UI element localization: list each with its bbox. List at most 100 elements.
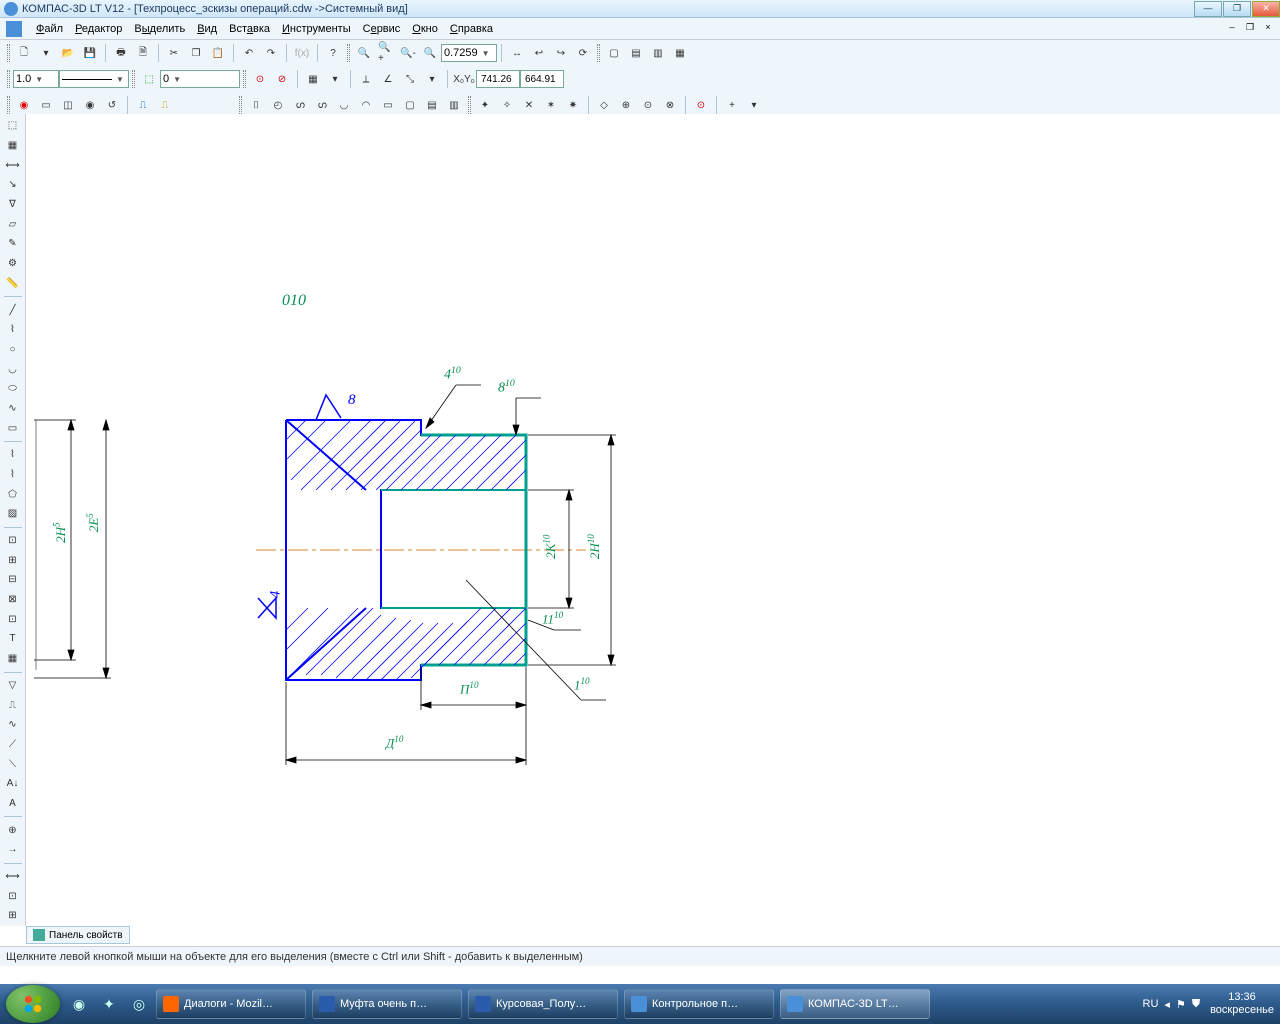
arc-button[interactable]: ◡ [4, 360, 22, 378]
b2[interactable]: ◴ [269, 96, 287, 114]
op-stop-button[interactable]: ◉ [15, 96, 33, 114]
lineweight-combo[interactable]: 1.0▼ [13, 70, 59, 88]
task-3[interactable]: Курсовая_Полу… [468, 989, 618, 1019]
plus-button[interactable]: + [723, 96, 741, 114]
magnet2-button[interactable]: ⊘ [273, 70, 291, 88]
spline-button[interactable]: ∿ [4, 400, 22, 418]
ellipse-button[interactable]: ⬭ [4, 380, 22, 398]
coord-y-field[interactable]: 664.91 [520, 70, 564, 88]
aux2-button[interactable]: ⌇ [4, 466, 22, 484]
drawing-canvas[interactable]: 010 8 4 410 810 2H5 2E5 2K10 2H10 1110 1… [26, 114, 1280, 926]
pan-button[interactable]: ↔ [508, 44, 526, 62]
meas-button[interactable]: 📏 [4, 275, 22, 293]
s4[interactable]: ✶ [542, 96, 560, 114]
grip-icon[interactable] [597, 44, 600, 62]
close-button[interactable]: ✕ [1252, 1, 1280, 17]
u3-button[interactable]: ∿ [4, 716, 22, 734]
w1-button[interactable]: ⟷ [4, 868, 22, 886]
s3[interactable]: ✕ [520, 96, 538, 114]
view2-button[interactable]: ▤ [627, 44, 645, 62]
table-button[interactable]: ▦ [4, 650, 22, 668]
param-button[interactable]: ⚙ [4, 255, 22, 273]
layer-combo[interactable]: 0▼ [160, 70, 240, 88]
zoom-next-button[interactable]: ↪ [552, 44, 570, 62]
grip-icon[interactable] [7, 44, 10, 62]
grid2-button[interactable]: ▦ [4, 137, 22, 155]
grip-icon[interactable] [243, 70, 246, 88]
zoom-in-button[interactable]: 🔍+ [377, 44, 395, 62]
snap1-button[interactable]: ◇ [595, 96, 613, 114]
view3-button[interactable]: ▥ [649, 44, 667, 62]
open-button[interactable]: 📂 [59, 44, 77, 62]
w3-button[interactable]: ⊞ [4, 907, 22, 925]
grip-icon[interactable] [7, 96, 10, 114]
pin-1[interactable]: ◉ [68, 993, 90, 1015]
grip-icon[interactable] [347, 44, 350, 62]
layer-icon[interactable]: ⬚ [140, 70, 158, 88]
minimize-button[interactable]: — [1194, 1, 1222, 17]
tray-shield-icon[interactable]: ⛊ [1192, 998, 1200, 1011]
t1-button[interactable]: ⊡ [4, 532, 22, 550]
s5[interactable]: ✷ [564, 96, 582, 114]
t2-button[interactable]: ⊞ [4, 551, 22, 569]
fx-button[interactable]: f(x) [293, 44, 311, 62]
grip-icon[interactable] [7, 70, 10, 88]
help-cursor-button[interactable]: ? [324, 44, 342, 62]
pline-button[interactable]: ⌇ [4, 321, 22, 339]
magnet1-button[interactable]: ⊙ [251, 70, 269, 88]
view1-button[interactable]: ▢ [605, 44, 623, 62]
redraw-button[interactable]: ⟳ [574, 44, 592, 62]
b3[interactable]: ഗ [291, 96, 309, 114]
u2-button[interactable]: ⎍ [4, 696, 22, 714]
cut-button[interactable]: ✂ [165, 44, 183, 62]
tray-arrow-icon[interactable]: ◂ [1164, 998, 1170, 1011]
copy-button[interactable]: ❐ [187, 44, 205, 62]
print-button[interactable]: 🖶 [112, 44, 130, 62]
grip-icon[interactable] [468, 96, 471, 114]
lang-indicator[interactable]: RU [1143, 998, 1159, 1010]
zoom-window-button[interactable]: 🔍 [421, 44, 439, 62]
aux1-button[interactable]: ⌇ [4, 446, 22, 464]
lcs-button[interactable]: ⤡ [401, 70, 419, 88]
u7-button[interactable]: A [4, 795, 22, 813]
op-b1[interactable]: ▭ [37, 96, 55, 114]
paste-button[interactable]: 📋 [209, 44, 227, 62]
menu-editor[interactable]: Редактор [69, 21, 128, 37]
clock[interactable]: 13:36 воскресенье [1210, 991, 1274, 1017]
snap2-button[interactable]: ⊕ [617, 96, 635, 114]
w2-button[interactable]: ⊡ [4, 887, 22, 905]
b6[interactable]: ◠ [357, 96, 375, 114]
circle-button[interactable]: ○ [4, 341, 22, 359]
s1[interactable]: ✦ [476, 96, 494, 114]
task-2[interactable]: Муфта очень п… [312, 989, 462, 1019]
dim-button[interactable]: ⟷ [4, 156, 22, 174]
b8[interactable]: ▢ [401, 96, 419, 114]
new-dropdown[interactable]: ▾ [37, 44, 55, 62]
tray-flag-icon[interactable]: ⚑ [1176, 998, 1186, 1011]
note-button[interactable]: ↘ [4, 176, 22, 194]
v2-button[interactable]: → [4, 841, 22, 859]
task-5[interactable]: КОМПАС-3D LT… [780, 989, 930, 1019]
u5-button[interactable]: ⟍ [4, 755, 22, 773]
undo-button[interactable]: ↶ [240, 44, 258, 62]
ortho-button[interactable]: ⟂ [357, 70, 375, 88]
menu-select[interactable]: Выделить [128, 21, 191, 37]
u4-button[interactable]: ⟋ [4, 736, 22, 754]
menu-tools[interactable]: Инструменты [276, 21, 357, 37]
t4-button[interactable]: ⊠ [4, 591, 22, 609]
b5[interactable]: ◡ [335, 96, 353, 114]
grid-button[interactable]: ▦ [304, 70, 322, 88]
view4-button[interactable]: ▦ [671, 44, 689, 62]
redo-button[interactable]: ↷ [262, 44, 280, 62]
menu-window[interactable]: Окно [406, 21, 444, 37]
b7[interactable]: ▭ [379, 96, 397, 114]
op-b5[interactable]: ⎍ [134, 96, 152, 114]
v1-button[interactable]: ⊕ [4, 821, 22, 839]
b4[interactable]: ഗ [313, 96, 331, 114]
pin-3[interactable]: ◎ [128, 993, 150, 1015]
task-4[interactable]: Контрольное п… [624, 989, 774, 1019]
zoom-out-button[interactable]: 🔍- [399, 44, 417, 62]
menu-view[interactable]: Вид [191, 21, 223, 37]
u6-button[interactable]: A↓ [4, 775, 22, 793]
edit-button[interactable]: ✎ [4, 235, 22, 253]
